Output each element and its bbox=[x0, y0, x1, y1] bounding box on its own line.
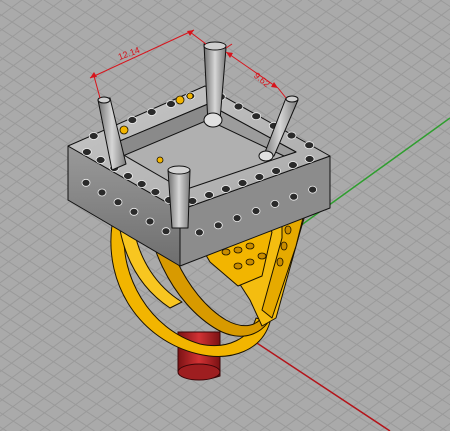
side-hole bbox=[161, 227, 171, 236]
grid-line bbox=[395, 0, 450, 36]
stone-seat-hole bbox=[220, 185, 231, 193]
stone-seat-hole bbox=[271, 167, 282, 175]
stone-seat-hole bbox=[286, 131, 297, 140]
stone-seat-hole bbox=[304, 155, 315, 163]
rhino-perspective-viewport[interactable]: 12.14 9.62 bbox=[0, 0, 450, 431]
side-hole bbox=[232, 214, 242, 223]
stone-seat-hole bbox=[82, 148, 92, 156]
stone-seat-hole bbox=[123, 172, 133, 180]
side-hole bbox=[81, 178, 91, 187]
stone-seat-hole bbox=[146, 108, 157, 116]
prong-front[interactable] bbox=[167, 165, 191, 229]
side-hole bbox=[289, 192, 299, 201]
stone-seat-hole bbox=[233, 102, 244, 111]
stone-seat-hole bbox=[304, 141, 315, 150]
side-hole bbox=[129, 207, 139, 216]
3d-scene[interactable] bbox=[0, 0, 450, 431]
stone-seat-hole bbox=[204, 191, 215, 199]
grid-line bbox=[0, 0, 3, 2]
stone-seat-hole bbox=[287, 161, 298, 169]
grid-line bbox=[359, 363, 450, 431]
stone-seat-hole bbox=[95, 156, 106, 164]
grid-line bbox=[439, 0, 450, 8]
stone-seat-hole bbox=[136, 180, 147, 188]
stone-seat-hole bbox=[237, 179, 248, 187]
side-hole bbox=[113, 198, 123, 207]
stone-seat-hole bbox=[251, 112, 262, 121]
stone-seat-hole bbox=[150, 188, 161, 196]
side-hole bbox=[251, 207, 261, 215]
side-hole bbox=[97, 188, 107, 197]
stone-seat-hole bbox=[127, 116, 138, 124]
side-hole bbox=[270, 199, 280, 208]
stone-seat-hole bbox=[254, 173, 265, 181]
stone-seat-hole bbox=[88, 132, 99, 140]
grid-line bbox=[0, 0, 43, 32]
stone-seat-hole bbox=[166, 100, 176, 108]
grid-line bbox=[307, 0, 450, 93]
grid-line bbox=[439, 422, 450, 431]
side-hole bbox=[213, 221, 223, 230]
side-hole bbox=[145, 217, 155, 226]
side-hole bbox=[194, 228, 204, 237]
side-hole bbox=[308, 185, 318, 194]
